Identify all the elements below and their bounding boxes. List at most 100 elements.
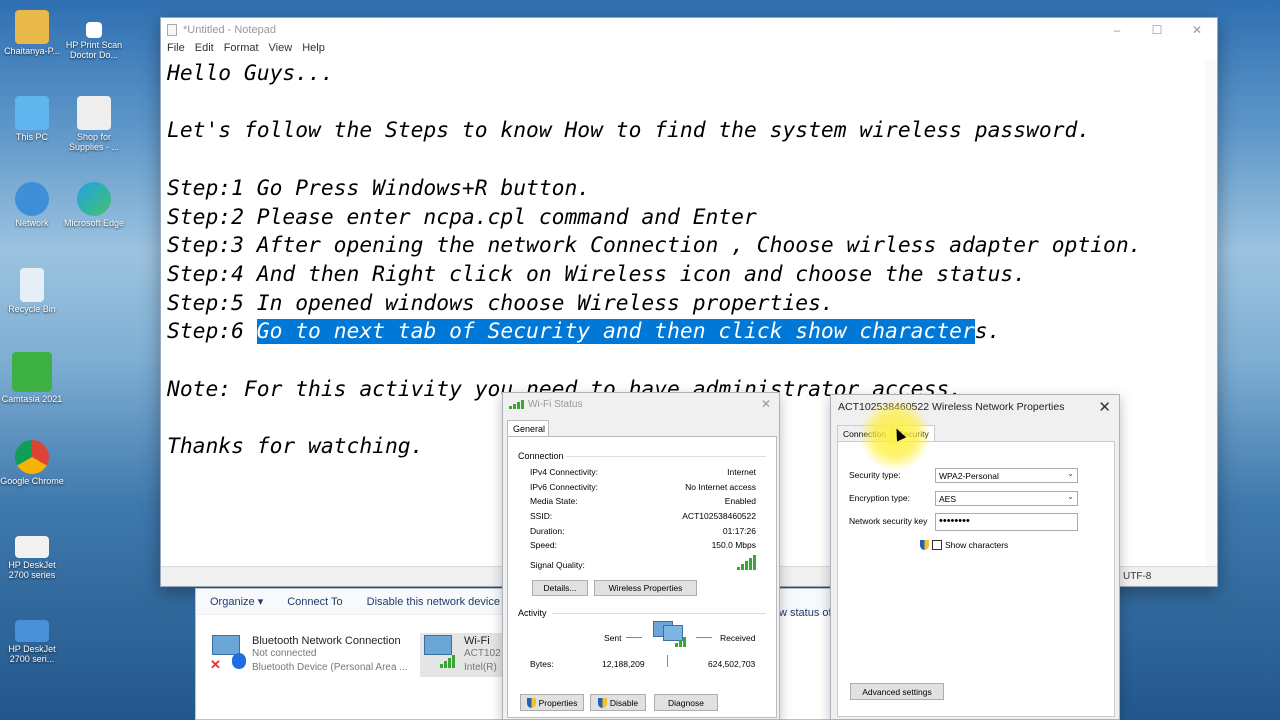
network-activity-icon (653, 621, 686, 647)
security-type-select[interactable]: WPA2-Personal ⌄ (935, 468, 1078, 483)
tab-general[interactable]: General (507, 420, 549, 437)
security-key-field[interactable]: •••••••• (935, 513, 1078, 531)
menu-file[interactable]: File (167, 42, 185, 60)
chevron-down-icon: ⌄ (1067, 492, 1074, 501)
disable-button[interactable]: Disable (590, 694, 646, 711)
encryption-type-label: Encryption type: (849, 493, 910, 503)
desktop-icon-this-pc[interactable]: This PC (0, 96, 64, 143)
tab-connection[interactable]: Connection (837, 425, 893, 442)
menu-format[interactable]: Format (224, 42, 259, 60)
button-label: Disable (609, 697, 639, 708)
info-row: Media State: Enabled (530, 496, 756, 506)
info-row: Speed: 150.0 Mbps (530, 540, 756, 550)
connection-name: Bluetooth Network Connection (252, 635, 401, 647)
dialog-title-bar[interactable]: Wi-Fi Status (503, 393, 779, 415)
close-icon[interactable]: ✕ (1098, 398, 1111, 416)
bytes-sent: 12,188,209 (602, 659, 645, 669)
chrome-icon (15, 440, 49, 474)
received-label: Received (720, 633, 756, 643)
text-suffix: s. (974, 319, 1001, 345)
dialog-title[interactable]: ACT102538460522 Wireless Network Propert… (831, 395, 1119, 419)
desktop-icon-user-folder[interactable]: Chaitanya-P... (0, 10, 64, 57)
wireless-properties-dialog[interactable]: ACT102538460522 Wireless Network Propert… (830, 394, 1120, 720)
selected-text: Go to next tab of Security and then clic… (256, 319, 975, 345)
desktop-icon-hp-print-scan[interactable]: HP Print Scan Doctor Do... (62, 22, 126, 61)
text-line: Step:4 And then Right click on Wireless … (167, 261, 1027, 287)
shortcut-icon (86, 22, 102, 38)
divider (552, 613, 766, 614)
bluetooth-network-icon: ✕ (210, 635, 246, 672)
properties-button[interactable]: Properties (520, 694, 584, 711)
wifi-status-dialog[interactable]: Wi-Fi Status ✕ General Connection IPv4 C… (502, 392, 780, 720)
desktop-icon-label: HP DeskJet 2700 seri... (8, 644, 56, 664)
view-status-button[interactable]: w status of (779, 607, 832, 619)
info-row: IPv6 Connectivity: No Internet access (530, 482, 756, 492)
desktop-icon-hp-deskjet-2[interactable]: HP DeskJet 2700 seri... (0, 620, 64, 665)
desktop-icon-network[interactable]: Network (0, 182, 64, 229)
security-panel: Security type: WPA2-Personal ⌄ Encryption… (837, 441, 1115, 717)
divider (566, 456, 766, 457)
desktop-icon-label: HP DeskJet 2700 series (8, 560, 56, 580)
vertical-scrollbar[interactable] (1205, 60, 1217, 566)
desktop-icon-chrome[interactable]: Google Chrome (0, 440, 64, 487)
disable-device-button[interactable]: Disable this network device (367, 596, 500, 608)
menu-view[interactable]: View (269, 42, 293, 60)
close-icon[interactable]: ✕ (761, 397, 771, 411)
wireless-properties-button[interactable]: Wireless Properties (594, 580, 697, 596)
menu-help[interactable]: Help (302, 42, 325, 60)
details-button[interactable]: Details... (532, 580, 588, 596)
wifi-connection-item[interactable]: Wi-Fi ACT102 Intel(R) (420, 633, 512, 677)
row-value: No Internet access (685, 482, 756, 492)
encryption-type-select[interactable]: AES ⌄ (935, 491, 1078, 506)
connection-group-label: Connection (518, 451, 564, 461)
text-line: Step:6 Go to next tab of Security and th… (167, 318, 1207, 347)
sent-line (626, 637, 642, 638)
desktop-icon-recycle-bin[interactable]: Recycle Bin (0, 268, 64, 315)
close-icon[interactable]: ✕ (1177, 18, 1217, 42)
desktop-icon-edge[interactable]: Microsoft Edge (62, 182, 126, 229)
scanner-icon (15, 620, 49, 642)
notepad-title-bar[interactable]: *Untitled - Notepad (161, 18, 1217, 42)
security-key-label: Network security key (849, 516, 928, 526)
connection-status: Not connected (252, 648, 317, 659)
info-row: Duration: 01:17:26 (530, 526, 756, 536)
minimize-icon[interactable]: – (1097, 18, 1137, 42)
show-characters-checkbox[interactable]: Show characters (920, 540, 1008, 550)
button-label: Properties (538, 697, 578, 708)
diagnose-button[interactable]: Diagnose (654, 694, 718, 711)
info-row: SSID: ACT102538460522 (530, 511, 756, 521)
text-line: Let's follow the Steps to know How to fi… (167, 118, 1091, 144)
text-line: Step:5 In opened windows choose Wireless… (167, 290, 834, 316)
menu-edit[interactable]: Edit (195, 42, 214, 60)
notepad-icon (167, 24, 177, 36)
row-key: SSID: (530, 511, 553, 521)
text-line: Hello Guys... (167, 61, 334, 86)
checkbox-box[interactable] (932, 540, 942, 550)
bytes-label: Bytes: (530, 659, 554, 669)
advanced-settings-button[interactable]: Advanced settings (850, 683, 944, 700)
desktop-icon-hp-deskjet-1[interactable]: HP DeskJet 2700 series (0, 536, 64, 581)
row-value: ACT102538460522 (682, 511, 756, 521)
desktop-icon-shop-supplies[interactable]: Shop for Supplies - ... (62, 96, 126, 153)
signal-quality-row: Signal Quality: (530, 555, 756, 570)
menu-bar: File Edit Format View Help (161, 42, 1217, 60)
tab-strip: Connection Security (837, 425, 935, 442)
row-key: Speed: (530, 540, 557, 550)
connection-device: Intel(R) (464, 662, 497, 673)
text-line: Step:2 Please enter ncpa.cpl command and… (167, 204, 757, 230)
row-key: IPv4 Connectivity: (530, 467, 599, 477)
organize-menu[interactable]: Organize ▾ (210, 595, 263, 608)
connect-to-button[interactable]: Connect To (287, 596, 342, 608)
edge-icon (77, 182, 111, 216)
row-key: IPv6 Connectivity: (530, 482, 599, 492)
maximize-icon[interactable]: ☐ (1137, 18, 1177, 42)
desktop-icon-camtasia[interactable]: Camtasia 2021 (0, 352, 64, 405)
connection-name: Wi-Fi (464, 635, 490, 647)
select-value: AES (939, 494, 957, 504)
desktop-icon-label: HP Print Scan Doctor Do... (65, 40, 123, 60)
row-value: Internet (727, 467, 756, 477)
bluetooth-connection-item[interactable]: ✕ Bluetooth Network Connection Not conne… (210, 635, 408, 675)
printer-icon (15, 536, 49, 558)
connection-status: ACT102 (464, 648, 501, 659)
desktop-icon-label: Chaitanya-P... (4, 46, 60, 56)
